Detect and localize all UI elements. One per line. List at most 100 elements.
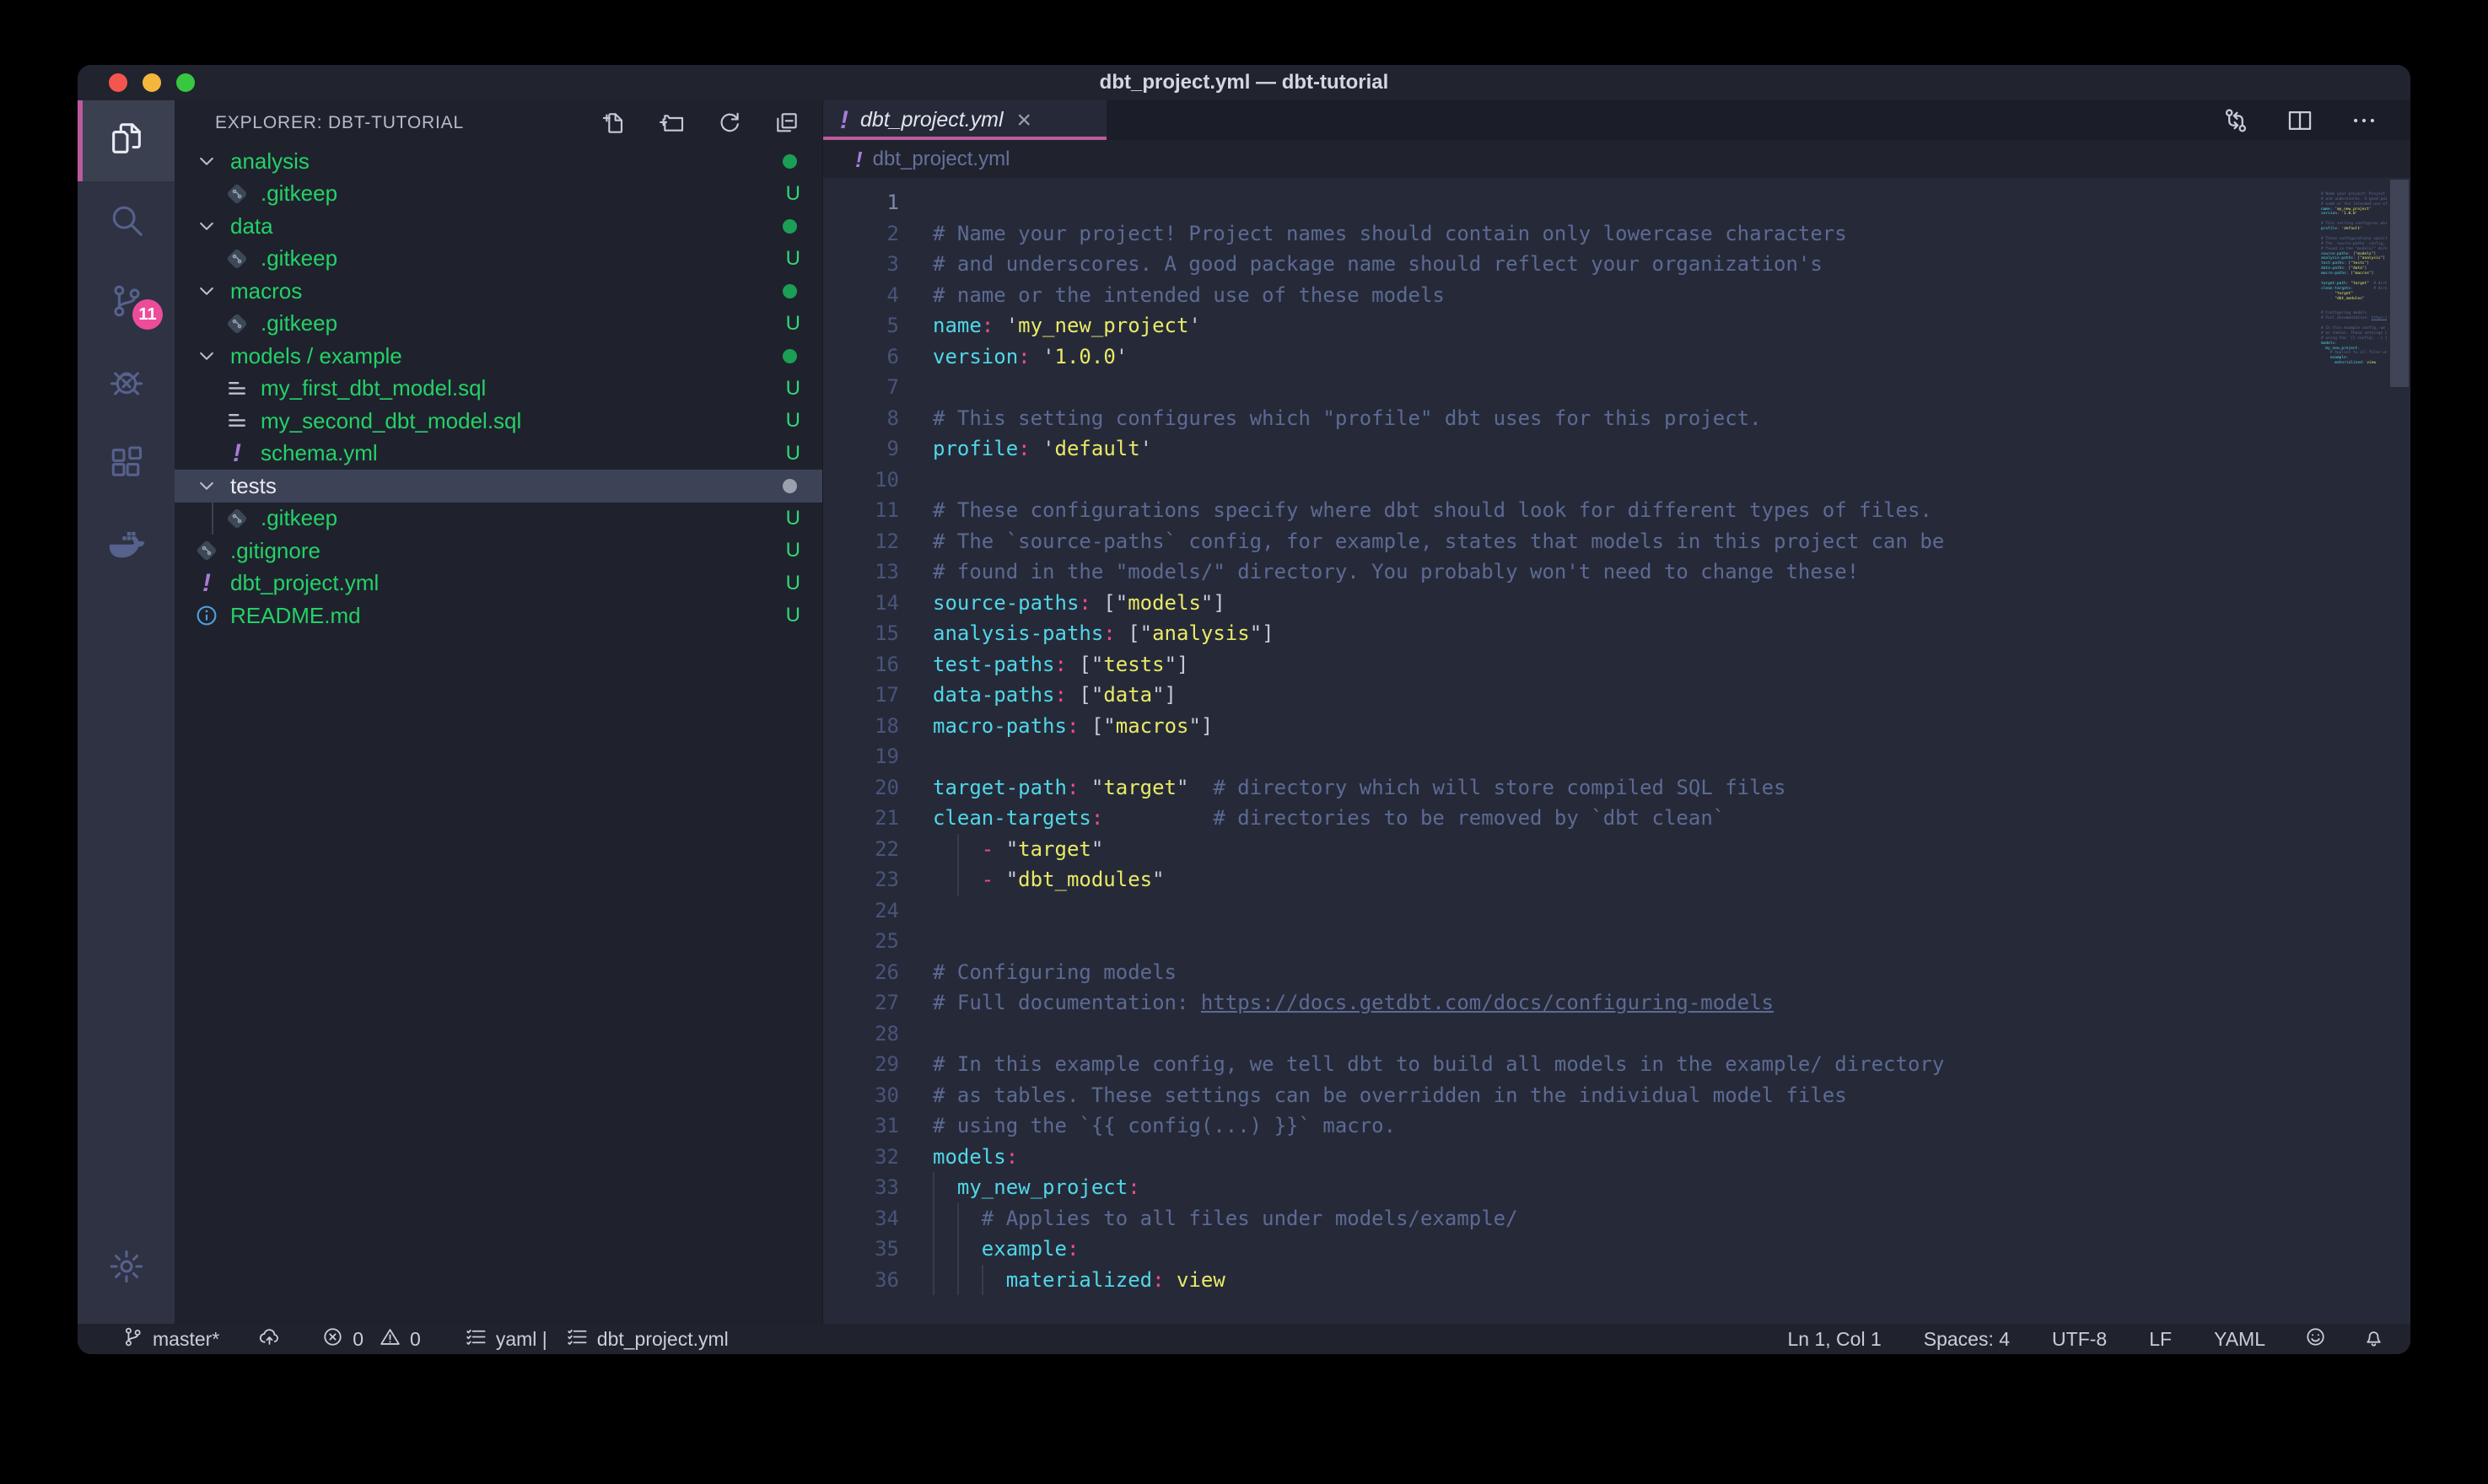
code-line-1[interactable]: 1 [823,187,2410,218]
collapse-folders-button[interactable] [773,110,800,137]
new-file-button[interactable] [601,110,628,137]
activity-item-source-control[interactable]: 11 [78,262,175,343]
code-line-text: # In this example config, we tell dbt to… [933,1049,1944,1080]
code-line-20[interactable]: 20target-path: "target" # directory whic… [823,772,2410,804]
tree-item-folder-models-example[interactable]: models / example [175,340,822,373]
code-line-29[interactable]: 29 # In this example config, we tell dbt … [823,1049,2410,1080]
code-line-19[interactable]: 19 [823,741,2410,772]
code-line-14[interactable]: 14source-paths: ["models"] [823,588,2410,619]
code-line-22[interactable]: 22 - "target" [823,834,2410,865]
open-changes-button[interactable] [2221,106,2250,135]
line-number: 34 [823,1203,899,1234]
tree-item-file-gitkeep-data[interactable]: .gitkeepU [175,243,822,276]
activity-item-extensions[interactable] [78,424,175,505]
status-indentation[interactable]: Spaces: 4 [1924,1328,2010,1351]
status-language-mode[interactable]: YAML [2214,1328,2265,1351]
close-window-button[interactable] [109,73,127,92]
code-line-33[interactable]: 33 my_new_project: [823,1172,2410,1203]
code-line-6[interactable]: 6version: '1.0.0' [823,341,2410,373]
code-line-8[interactable]: 8# This setting configures which "profil… [823,403,2410,434]
code-line-32[interactable]: 32models: [823,1142,2410,1173]
minimap[interactable]: # Name your project! Project names shoul… [2321,187,2387,366]
code-line-9[interactable]: 9profile: 'default' [823,433,2410,465]
activity-item-run-debug[interactable] [78,343,175,424]
tree-item-folder-analysis[interactable]: analysis [175,145,822,178]
code-line-16[interactable]: 16test-paths: ["tests"] [823,649,2410,680]
status-linter-file[interactable]: dbt_project.yml [566,1325,729,1353]
tree-item-file-gitkeep-analysis[interactable]: .gitkeepU [175,178,822,211]
line-number: 30 [823,1080,899,1111]
code-line-10[interactable]: 10 [823,465,2410,496]
status-cursor-position[interactable]: Ln 1, Col 1 [1788,1328,1882,1351]
desktop-background: dbt_project.yml — dbt-tutorial 11 EXPLOR… [0,0,2488,1484]
code-line-13[interactable]: 13# found in the "models/" directory. Yo… [823,556,2410,588]
line-number: 29 [823,1049,899,1080]
activity-item-settings[interactable] [78,1228,175,1309]
code-line-31[interactable]: 31# using the `{{ config(...) }}` macro. [823,1110,2410,1142]
git-status-dot [783,219,797,234]
code-line-12[interactable]: 12# The `source-paths` config, for examp… [823,526,2410,557]
code-line-11[interactable]: 11# These configurations specify where d… [823,495,2410,526]
tab-dbt-project-yml[interactable]: ! dbt_project.yml × [823,100,1107,140]
tree-item-folder-data[interactable]: data [175,210,822,243]
activity-item-docker[interactable] [78,505,175,586]
git-untracked-badge: U [786,539,822,562]
tree-item-file-readme[interactable]: README.mdU [175,600,822,632]
tree-item-file-my-second-dbt-model[interactable]: my_second_dbt_model.sqlU [175,405,822,438]
code-line-36[interactable]: 36 materialized: view [823,1265,2410,1296]
code-line-7[interactable]: 7 [823,372,2410,403]
status-feedback[interactable] [2304,1325,2327,1353]
code-editor[interactable]: 12# Name your project! Project names sho… [823,178,2410,1324]
code-line-2[interactable]: 2# Name your project! Project names shou… [823,218,2410,250]
more-actions-button[interactable] [2350,106,2378,135]
status-encoding[interactable]: UTF-8 [2052,1328,2107,1351]
line-number: 6 [823,341,899,373]
code-line-35[interactable]: 35 example: [823,1234,2410,1265]
line-number: 26 [823,957,899,988]
code-line-4[interactable]: 4# name or the intended use of these mod… [823,280,2410,311]
tree-item-file-gitkeep-tests[interactable]: .gitkeepU [175,503,822,535]
code-line-26[interactable]: 26# Configuring models [823,957,2410,988]
code-line-34[interactable]: 34 # Applies to all files under models/e… [823,1203,2410,1234]
code-line-5[interactable]: 5name: 'my_new_project' [823,310,2410,341]
activity-item-search[interactable] [78,181,175,262]
close-tab-icon[interactable]: × [1017,108,1032,133]
zoom-window-button[interactable] [176,73,195,92]
tree-item-file-schema-yml[interactable]: !schema.ymlU [175,438,822,470]
status-problems-errors[interactable]: 0 [321,1325,364,1353]
git-status-dot [783,284,797,298]
line-number: 11 [823,495,899,526]
refresh-explorer-button[interactable] [716,110,743,137]
code-line-30[interactable]: 30# as tables. These settings can be ove… [823,1080,2410,1111]
tree-item-file-gitignore[interactable]: .gitignoreU [175,535,822,567]
activity-item-explorer[interactable] [78,100,175,181]
minimize-window-button[interactable] [143,73,161,92]
git-file-icon [223,310,250,337]
status-notifications[interactable] [2362,1325,2385,1353]
status-problems-warnings[interactable]: 0 [379,1325,421,1353]
tree-item-folder-tests[interactable]: tests [175,470,822,503]
status-linter-yaml[interactable]: yaml | [465,1325,547,1353]
code-line-24[interactable]: 24 [823,895,2410,927]
status-sync-button[interactable] [258,1325,281,1353]
tree-item-folder-macros[interactable]: macros [175,275,822,308]
code-line-27[interactable]: 27# Full documentation: https://docs.get… [823,987,2410,1019]
breadcrumb-item-file[interactable]: dbt_project.yml [873,148,1010,171]
split-editor-button[interactable] [2286,106,2314,135]
status-eol[interactable]: LF [2149,1328,2172,1351]
tree-item-label: schema.yml [261,440,378,466]
code-line-23[interactable]: 23 - "dbt_modules" [823,864,2410,895]
tree-item-file-my-first-dbt-model[interactable]: my_first_dbt_model.sqlU [175,373,822,406]
code-line-18[interactable]: 18macro-paths: ["macros"] [823,711,2410,742]
tree-item-file-dbt-project-yml[interactable]: !dbt_project.ymlU [175,567,822,600]
code-line-15[interactable]: 15analysis-paths: ["analysis"] [823,618,2410,649]
code-line-17[interactable]: 17data-paths: ["data"] [823,680,2410,711]
editor-scrollbar[interactable] [2390,180,2409,387]
tree-item-file-gitkeep-macros[interactable]: .gitkeepU [175,308,822,341]
code-line-21[interactable]: 21clean-targets: # directories to be rem… [823,803,2410,834]
code-line-3[interactable]: 3# and underscores. A good package name … [823,249,2410,280]
code-line-28[interactable]: 28 [823,1019,2410,1050]
status-branch-indicator[interactable]: master* [121,1325,219,1353]
new-folder-button[interactable] [659,110,686,137]
code-line-25[interactable]: 25 [823,926,2410,957]
